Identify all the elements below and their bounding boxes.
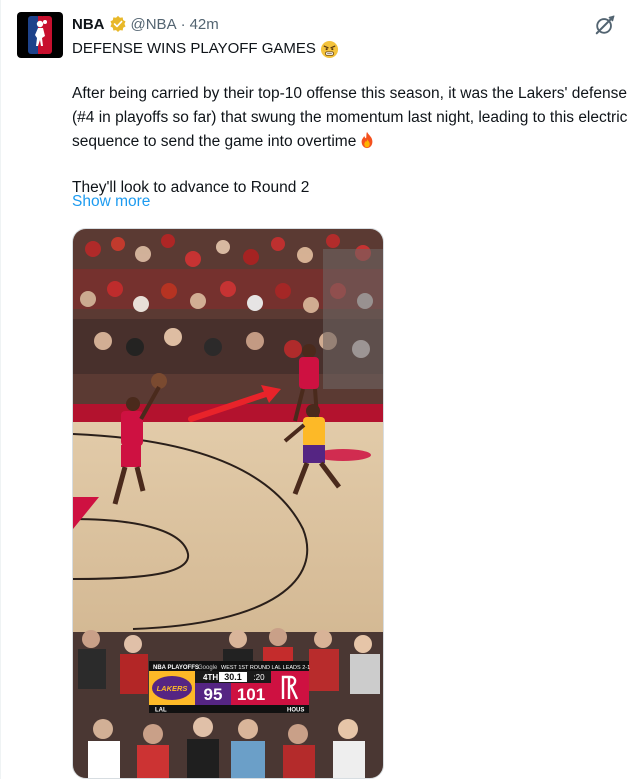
headline-text: DEFENSE WINS PLAYOFF GAMES — [72, 40, 316, 57]
tweet-body: After being carried by their top-10 offe… — [72, 82, 632, 200]
video-media[interactable]: NBA PLAYOFFS Google WEST 1ST ROUND LAL L… — [72, 228, 384, 779]
body-text-1: After being carried by their top-10 offe… — [72, 85, 628, 150]
arena-stairs — [323, 249, 383, 389]
scorebug-header-mid: Google — [198, 665, 218, 671]
nba-logo-icon — [28, 16, 52, 54]
show-more-link[interactable]: Show more — [72, 191, 150, 213]
video-frame: NBA PLAYOFFS Google WEST 1ST ROUND LAL L… — [73, 229, 383, 778]
away-abbr: LAL — [155, 708, 167, 714]
scorebug-header-left: NBA PLAYOFFS — [153, 665, 199, 671]
body-paragraph-1: After being carried by their top-10 offe… — [72, 82, 632, 154]
body-paragraph-2: They'll look to advance to Round 2 — [72, 179, 310, 196]
fire-emoji-icon — [361, 131, 373, 149]
verified-badge-icon[interactable] — [109, 15, 127, 33]
tweet-card[interactable]: NBA @NBA · 42m DEFENSE WINS PLAYOFF GAME… — [0, 0, 640, 779]
shot-clock: :20 — [253, 673, 265, 682]
scorebug-round: WEST 1ST ROUND LAL LEADS 2-1 — [221, 665, 310, 671]
away-team-name: LAKERS — [157, 684, 188, 693]
tweet-header: NBA @NBA · 42m — [72, 13, 219, 35]
avatar[interactable] — [17, 12, 63, 58]
game-clock: 30.1 — [224, 672, 242, 682]
angry-face-emoji-icon — [320, 40, 338, 58]
home-score: 101 — [237, 685, 265, 704]
author-name[interactable]: NBA — [72, 16, 105, 33]
quarter: 4TH — [203, 673, 218, 682]
grok-icon[interactable] — [594, 14, 616, 36]
tweet-headline: DEFENSE WINS PLAYOFF GAMES — [72, 39, 339, 59]
separator-dot: · — [180, 15, 186, 33]
author-handle[interactable]: @NBA — [131, 16, 177, 33]
timestamp[interactable]: 42m — [190, 16, 219, 33]
home-abbr: HOUS — [287, 708, 304, 714]
away-score: 95 — [204, 685, 223, 704]
scorebug: NBA PLAYOFFS Google WEST 1ST ROUND LAL L… — [149, 661, 310, 714]
